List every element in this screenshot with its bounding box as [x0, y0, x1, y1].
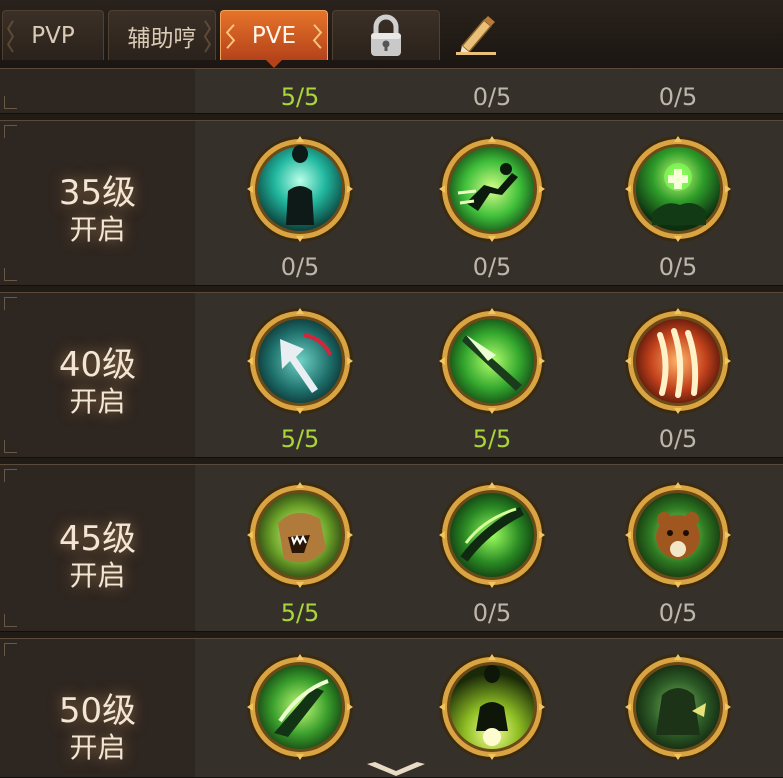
- skill-count: 0/5: [658, 425, 698, 453]
- skill-count: 0/5: [472, 83, 512, 111]
- tab-assist-label: 辅助哼: [127, 25, 197, 52]
- skill-count: 0/5: [658, 599, 698, 627]
- skill-slot[interactable]: [244, 479, 356, 591]
- skill-slot[interactable]: [622, 479, 734, 591]
- bear-guardian-icon: [625, 482, 731, 588]
- row-corner-ornament: [4, 643, 17, 656]
- tab-pvp[interactable]: PVP: [2, 10, 104, 60]
- skill-count: 0/5: [658, 253, 698, 281]
- skill-count: 0/5: [280, 253, 320, 281]
- tab-ornament-icon: [203, 20, 212, 53]
- edit-button[interactable]: [452, 12, 500, 56]
- row-corner-ornament: [4, 297, 17, 310]
- skill-count: 0/5: [472, 599, 512, 627]
- level-text: 50级: [58, 691, 137, 731]
- level-label: 50级 开启: [0, 691, 195, 765]
- skill-slot[interactable]: [244, 133, 356, 245]
- unlock-text: 开启: [69, 559, 126, 592]
- row-corner-ornament: [4, 125, 17, 138]
- skill-count: 5/5: [280, 599, 320, 627]
- level-text: 35级: [58, 173, 137, 213]
- tab-assist[interactable]: 辅助哼: [108, 10, 216, 60]
- unlock-text: 开启: [69, 213, 126, 246]
- skill-count: 5/5: [280, 83, 320, 111]
- glowing-silhouette-icon: [439, 654, 545, 760]
- unlock-text: 开启: [69, 731, 126, 764]
- tab-ornament-icon: [312, 24, 323, 49]
- healing-hand-icon: [625, 136, 731, 242]
- unlock-text: 开启: [69, 385, 126, 418]
- level-label: 40级 开启: [0, 345, 195, 419]
- skill-count: 5/5: [280, 425, 320, 453]
- level-text: 40级: [58, 345, 137, 385]
- tab-pve[interactable]: PVE: [220, 10, 328, 68]
- row-corner-ornament: [4, 268, 17, 281]
- green-blade-icon: [439, 308, 545, 414]
- skill-slot[interactable]: [436, 651, 548, 763]
- level-label: 45级 开启: [0, 519, 195, 593]
- level-text: 45级: [58, 519, 137, 559]
- skill-slot[interactable]: [436, 305, 548, 417]
- row-corner-ornament: [4, 96, 17, 109]
- skill-row-level-35: 35级 开启 0/5 0/5 0/5: [0, 120, 783, 286]
- vine-whip-icon: [439, 482, 545, 588]
- skill-count: 0/5: [472, 253, 512, 281]
- spear-slash-icon: [247, 308, 353, 414]
- tab-pvp-label: PVP: [31, 22, 75, 49]
- tab-bar: PVP 辅助哼 PVE: [0, 0, 783, 68]
- skill-slot[interactable]: [622, 133, 734, 245]
- silhouette-figure-icon: [247, 136, 353, 242]
- skill-slot[interactable]: [244, 305, 356, 417]
- skill-count: 0/5: [658, 83, 698, 111]
- beast-roar-icon: [247, 482, 353, 588]
- green-strike-icon: [247, 654, 353, 760]
- forest-spirit-icon: [625, 654, 731, 760]
- row-corner-ornament: [4, 614, 17, 627]
- skill-row-level-40: 40级 开启 5/5 5/5 0/5: [0, 292, 783, 458]
- lock-icon: [371, 14, 401, 56]
- tab-pve-label: PVE: [251, 22, 297, 49]
- tab-locked[interactable]: [332, 10, 440, 60]
- skill-row-partial: 5/5 0/5 0/5: [0, 68, 783, 114]
- skill-slot[interactable]: [244, 651, 356, 763]
- claw-strike-icon: [625, 308, 731, 414]
- skill-row-level-45: 45级 开启 5/5 0/5 0/5: [0, 464, 783, 632]
- skill-slot[interactable]: [436, 479, 548, 591]
- tab-pointer: [266, 60, 282, 68]
- skill-slot[interactable]: [622, 651, 734, 763]
- level-label: 35级 开启: [0, 173, 195, 247]
- scroll-down-icon[interactable]: [365, 762, 427, 776]
- pencil-icon: [456, 16, 496, 55]
- row-corner-ornament: [4, 440, 17, 453]
- tab-ornament-icon: [6, 20, 15, 53]
- skill-slot[interactable]: [622, 305, 734, 417]
- tab-ornament-icon: [225, 24, 236, 49]
- skill-row-level-50: 50级 开启: [0, 638, 783, 778]
- dashing-runner-icon: [439, 136, 545, 242]
- row-corner-ornament: [4, 469, 17, 482]
- skill-count: 5/5: [472, 425, 512, 453]
- skill-slot[interactable]: [436, 133, 548, 245]
